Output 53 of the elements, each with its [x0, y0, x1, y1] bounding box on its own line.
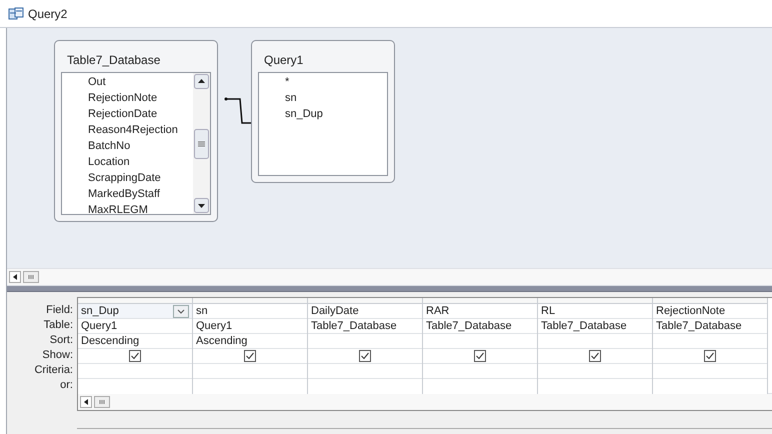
grid-cell-text: Table7_Database	[426, 318, 512, 334]
field-item[interactable]: BatchNo	[88, 138, 193, 154]
query-icon	[8, 6, 24, 20]
field-cell[interactable]: sn_Dup	[78, 304, 192, 319]
field-item[interactable]: Out	[88, 74, 193, 90]
grid-cell-text: Ascending	[196, 334, 248, 349]
field-item[interactable]: ScrappingDate	[88, 170, 193, 186]
grid-cell-text: Descending	[81, 334, 140, 349]
scroll-thumb-icon[interactable]	[23, 271, 39, 283]
field-item[interactable]: RejectionDate	[88, 106, 193, 122]
row-label: Sort:	[50, 333, 73, 348]
field-item[interactable]: Location	[88, 154, 193, 170]
show-checkbox[interactable]	[244, 350, 256, 362]
field-item[interactable]: sn_Dup	[285, 106, 387, 122]
field-cell[interactable]: DailyDate	[308, 304, 422, 319]
window-title: Query2	[28, 6, 68, 22]
field-cell[interactable]: RejectionNote	[653, 304, 767, 319]
row-label: Field:	[46, 303, 73, 318]
field-item[interactable]: sn	[285, 90, 387, 106]
scroll-thumb-icon[interactable]	[194, 128, 209, 158]
scroll-left-icon[interactable]	[80, 396, 92, 408]
show-checkbox[interactable]	[474, 350, 486, 362]
row-label: Show:	[42, 348, 73, 363]
scroll-up-icon[interactable]	[194, 74, 209, 89]
grid-cell-text: Query1	[81, 318, 118, 334]
field-item[interactable]: MaxRLEGM	[88, 202, 193, 214]
field-item[interactable]: *	[285, 74, 387, 90]
show-checkbox[interactable]	[129, 350, 141, 362]
scroll-left-icon[interactable]	[9, 271, 21, 283]
table-title: Table7_Database	[66, 52, 162, 69]
show-checkbox[interactable]	[359, 350, 371, 362]
row-label: Criteria:	[34, 363, 73, 378]
vertical-scrollbar[interactable]	[193, 73, 210, 214]
grid-cell-text: Table7_Database	[311, 318, 397, 334]
dropdown-icon[interactable]	[173, 304, 189, 318]
field-item[interactable]: Reason4Rejection	[88, 122, 193, 138]
row-label: or:	[60, 378, 73, 393]
show-checkbox[interactable]	[589, 350, 601, 362]
field-item[interactable]: RejectionNote	[88, 90, 193, 106]
grid-cell-text: Table7_Database	[656, 318, 742, 334]
table-box[interactable]: Table7_Database Out RejectionNote RejectionDate Reason4Rejection BatchNo Location ScrappingDate MarkedByStaff MaxRLEGM	[54, 40, 218, 222]
grid-cell-text: Query1	[196, 318, 232, 334]
show-checkbox[interactable]	[704, 350, 716, 362]
table-box[interactable]: Query1 * sn sn_Dup	[251, 40, 395, 183]
row-label: Table:	[44, 318, 73, 333]
scroll-thumb-icon[interactable]	[94, 396, 110, 408]
grid-cell-text: Table7_Database	[541, 318, 627, 334]
field-item[interactable]: MarkedByStaff	[88, 186, 193, 202]
table-title: Query1	[263, 52, 304, 69]
field-cell[interactable]: RAR	[423, 304, 537, 319]
field-cell[interactable]: RL	[538, 304, 652, 319]
scroll-down-icon[interactable]	[194, 198, 209, 213]
field-cell[interactable]: sn	[193, 304, 307, 319]
